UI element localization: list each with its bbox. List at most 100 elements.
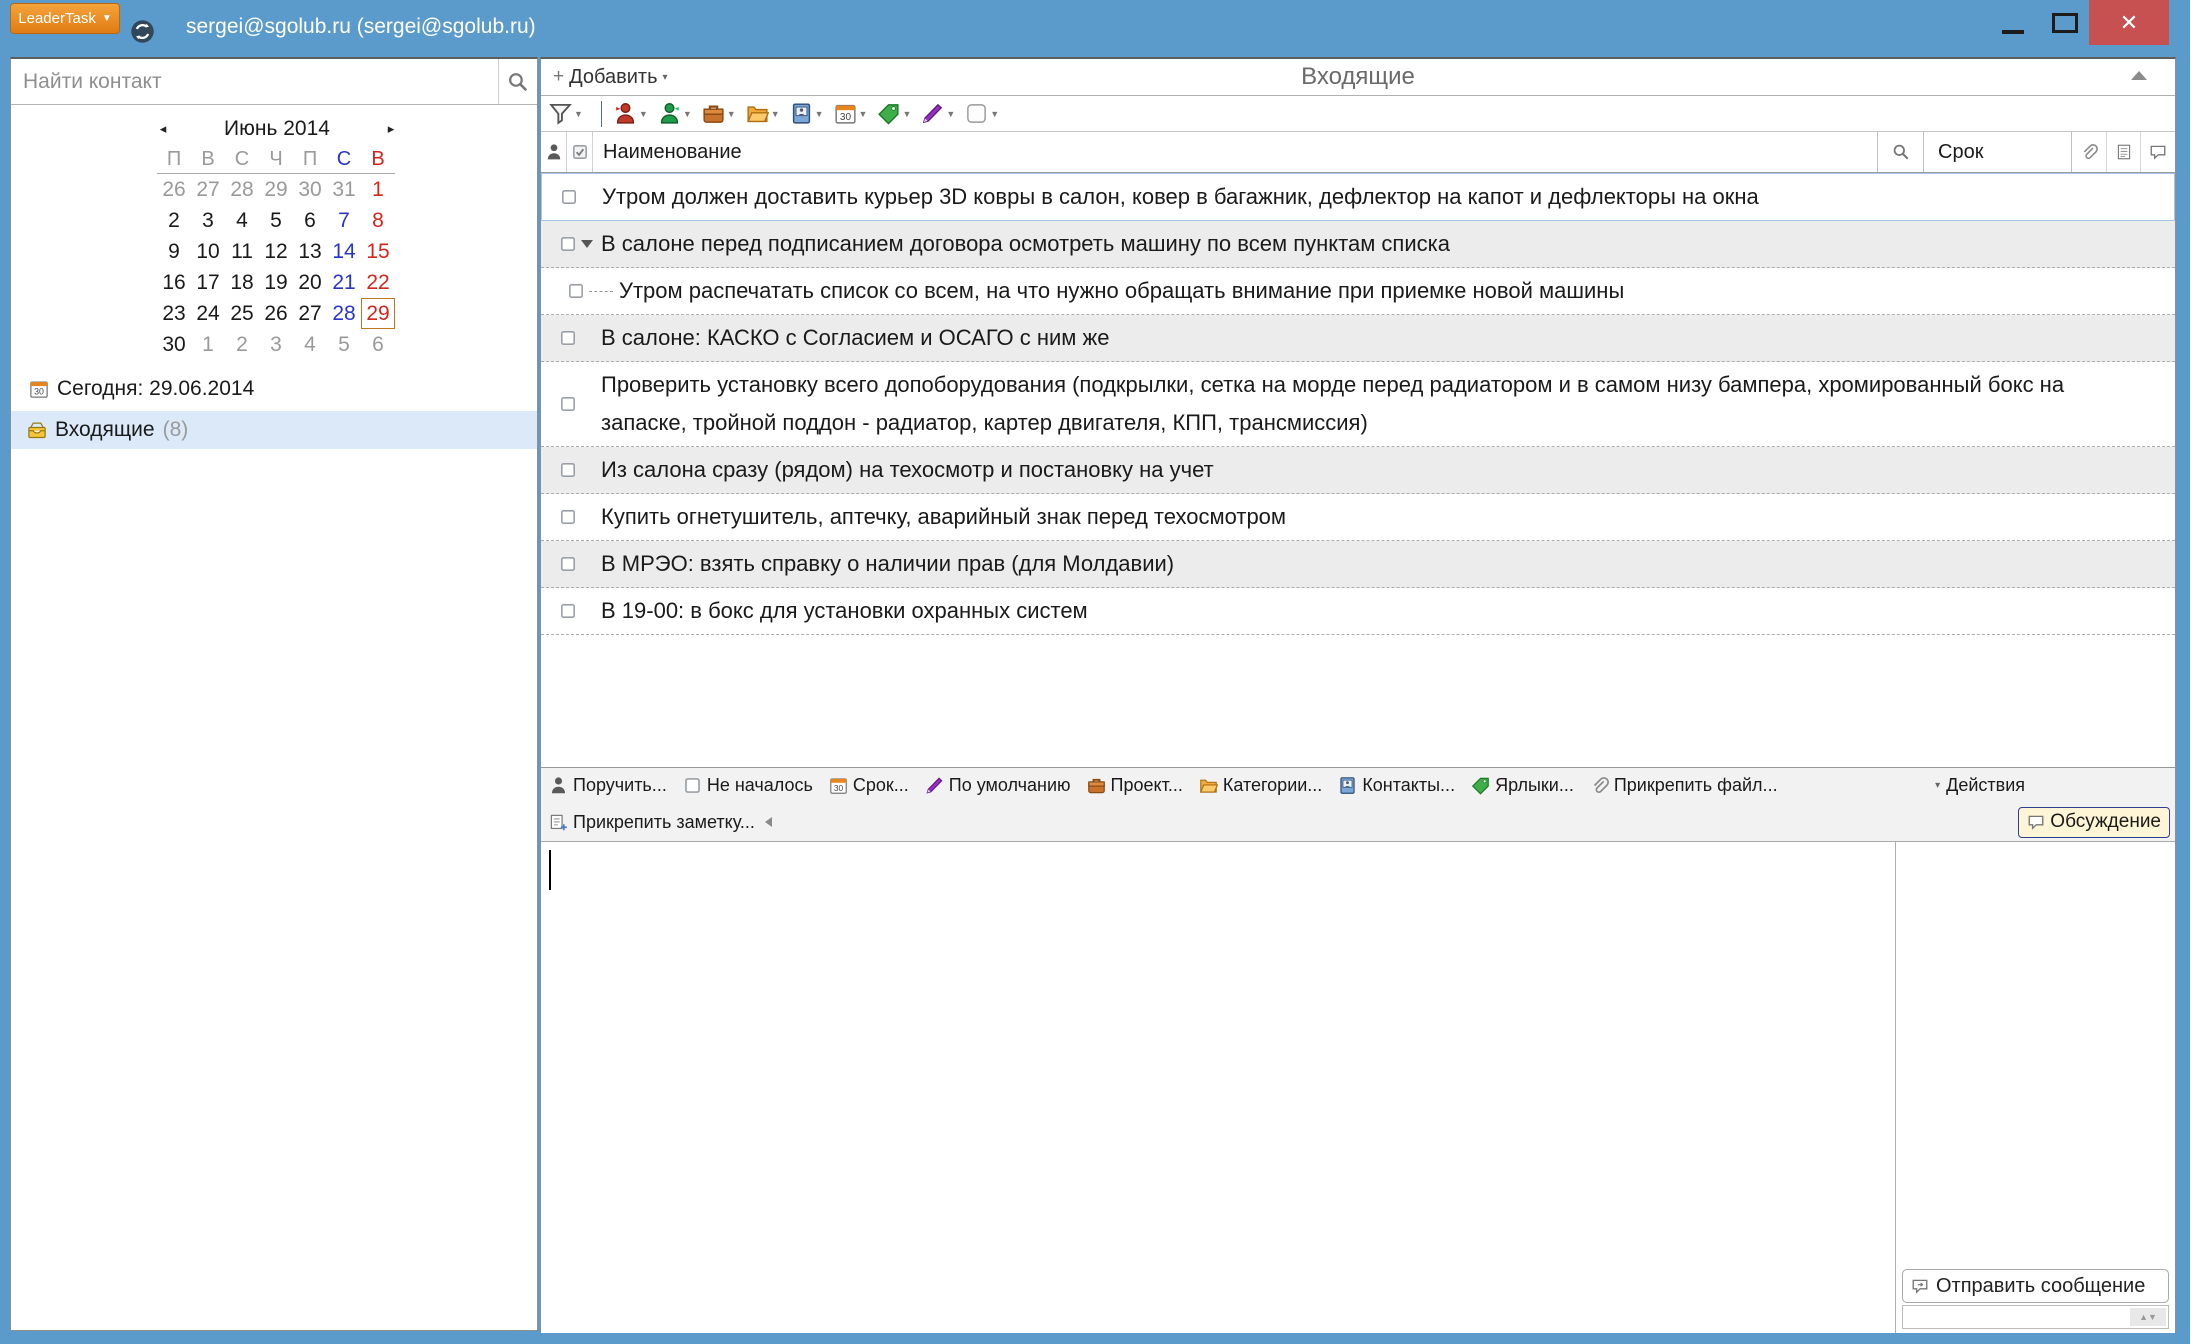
calendar-day[interactable]: 6: [293, 205, 327, 236]
task-row[interactable]: В салоне перед подписанием договора осмо…: [541, 221, 2175, 268]
calendar-day[interactable]: 27: [191, 174, 225, 205]
calendar-day[interactable]: 2: [225, 329, 259, 360]
calendar-day[interactable]: 2: [157, 205, 191, 236]
task-checkbox[interactable]: [559, 329, 577, 347]
tab-discussion[interactable]: Обсуждение: [2018, 807, 2170, 838]
message-input[interactable]: ▲▼: [1902, 1305, 2169, 1329]
calendar-day[interactable]: 1: [191, 329, 225, 360]
calendar-prev-button[interactable]: ◂: [151, 121, 175, 137]
calendar-day[interactable]: 17: [191, 267, 225, 298]
calendar-day[interactable]: 28: [327, 298, 361, 329]
calendar-filter-button[interactable]: 30▼: [834, 102, 868, 125]
task-checkbox[interactable]: [559, 602, 577, 620]
task-checkbox[interactable]: [559, 461, 577, 479]
pen-filter-button[interactable]: ▼: [921, 102, 955, 125]
filter-filter-button[interactable]: ▼: [549, 102, 583, 125]
tag-filter-button[interactable]: ▼: [877, 102, 911, 125]
person-red-filter-button[interactable]: ▼: [614, 102, 648, 125]
discussion-column-icon[interactable]: [2149, 143, 2167, 161]
maximize-button[interactable]: [2052, 13, 2078, 33]
attach-note-button[interactable]: Прикрепить заметку...: [549, 812, 755, 833]
calendar-day[interactable]: 15: [361, 236, 395, 267]
minimize-button[interactable]: [1996, 12, 2030, 34]
folder-filter-button[interactable]: ▼: [746, 102, 780, 125]
tag-action-button[interactable]: Ярлыки...: [1471, 775, 1574, 796]
folder-action-button[interactable]: Категории...: [1199, 775, 1322, 796]
task-row[interactable]: Утром должен доставить курьер 3D ковры в…: [541, 173, 2175, 221]
calendar-day[interactable]: 22: [361, 267, 395, 298]
task-row[interactable]: В салоне: КАСКО с Согласием и ОСАГО с ни…: [541, 315, 2175, 362]
calendar-day[interactable]: 28: [225, 174, 259, 205]
calendar-day[interactable]: 6: [361, 329, 395, 360]
search-icon[interactable]: [507, 71, 529, 93]
sidebar-item-inbox[interactable]: Входящие (8): [11, 411, 537, 449]
task-checkbox[interactable]: [560, 188, 578, 206]
task-row[interactable]: В 19-00: в бокс для установки охранных с…: [541, 588, 2175, 635]
calendar-day[interactable]: 26: [259, 298, 293, 329]
sync-icon[interactable]: [130, 19, 155, 44]
briefcase-action-button[interactable]: Проект...: [1087, 775, 1183, 796]
calendar-day[interactable]: 19: [259, 267, 293, 298]
blank-filter-button[interactable]: ▼: [965, 102, 999, 125]
checkbox-action-button[interactable]: Не началось: [683, 775, 813, 796]
task-search-icon[interactable]: [1892, 143, 1910, 161]
task-checkbox[interactable]: [567, 282, 585, 300]
actions-menu-button[interactable]: ▾Действия: [1935, 775, 2025, 796]
calendar-day[interactable]: 18: [225, 267, 259, 298]
calendar-day[interactable]: 4: [293, 329, 327, 360]
spinner-icon[interactable]: ▲▼: [2130, 1308, 2166, 1326]
calendar-day[interactable]: 9: [157, 236, 191, 267]
calendar-day[interactable]: 30: [293, 174, 327, 205]
calendar-day[interactable]: 24: [191, 298, 225, 329]
task-row[interactable]: Утром распечатать список со всем, на что…: [541, 268, 2175, 315]
contact-action-button[interactable]: Контакты...: [1338, 775, 1455, 796]
calendar-day[interactable]: 10: [191, 236, 225, 267]
person-green-filter-button[interactable]: ▼: [658, 102, 692, 125]
pen-action-button[interactable]: По умолчанию: [925, 775, 1071, 796]
calendar-day[interactable]: 25: [225, 298, 259, 329]
calendar-day[interactable]: 13: [293, 236, 327, 267]
today-row[interactable]: 30 Сегодня: 29.06.2014: [29, 377, 254, 401]
calendar-day-today[interactable]: 29: [361, 298, 395, 329]
calendar-day[interactable]: 12: [259, 236, 293, 267]
calendar-day[interactable]: 16: [157, 267, 191, 298]
calendar-day[interactable]: 5: [327, 329, 361, 360]
calendar-day[interactable]: 3: [191, 205, 225, 236]
column-due-header[interactable]: Срок: [1923, 132, 2071, 172]
calendar-day[interactable]: 1: [361, 174, 395, 205]
task-checkbox[interactable]: [559, 555, 577, 573]
task-checkbox[interactable]: [559, 395, 577, 413]
task-checkbox[interactable]: [559, 508, 577, 526]
calendar-day[interactable]: 14: [327, 236, 361, 267]
calendar-day[interactable]: 20: [293, 267, 327, 298]
expander-icon[interactable]: [581, 240, 593, 248]
task-row[interactable]: Купить огнетушитель, аптечку, аварийный …: [541, 494, 2175, 541]
calendar-day[interactable]: 11: [225, 236, 259, 267]
calendar-action-button[interactable]: 30Срок...: [829, 775, 909, 796]
send-message-button[interactable]: Отправить сообщение: [1902, 1269, 2169, 1303]
calendar-day[interactable]: 31: [327, 174, 361, 205]
note-editor[interactable]: Отправить сообщение ▲▼: [541, 841, 2175, 1333]
calendar-day[interactable]: 7: [327, 205, 361, 236]
calendar-day[interactable]: 8: [361, 205, 395, 236]
calendar-day[interactable]: 26: [157, 174, 191, 205]
paperclip-action-button[interactable]: Прикрепить файл...: [1590, 775, 1778, 796]
briefcase-filter-button[interactable]: ▼: [702, 102, 736, 125]
task-row[interactable]: Из салона сразу (рядом) на техосмотр и п…: [541, 447, 2175, 494]
calendar-day[interactable]: 5: [259, 205, 293, 236]
calendar-day[interactable]: 29: [259, 174, 293, 205]
calendar-day[interactable]: 23: [157, 298, 191, 329]
column-name-header[interactable]: Наименование: [593, 141, 1877, 164]
calendar-day[interactable]: 4: [225, 205, 259, 236]
calendar-day[interactable]: 27: [293, 298, 327, 329]
task-row[interactable]: Проверить установку всего допоборудовани…: [541, 362, 2175, 447]
task-row[interactable]: В МРЭО: взять справку о наличии прав (дл…: [541, 541, 2175, 588]
calendar-day[interactable]: 3: [259, 329, 293, 360]
contact-filter-button[interactable]: ▼: [790, 102, 824, 125]
status-column-icon[interactable]: [571, 143, 589, 161]
attachment-column-icon[interactable]: [2080, 143, 2098, 161]
assignee-column-icon[interactable]: [545, 143, 563, 161]
collapse-left-icon[interactable]: [765, 817, 772, 827]
calendar-next-button[interactable]: ▸: [379, 121, 403, 137]
person-gray-action-button[interactable]: Поручить...: [549, 775, 667, 796]
